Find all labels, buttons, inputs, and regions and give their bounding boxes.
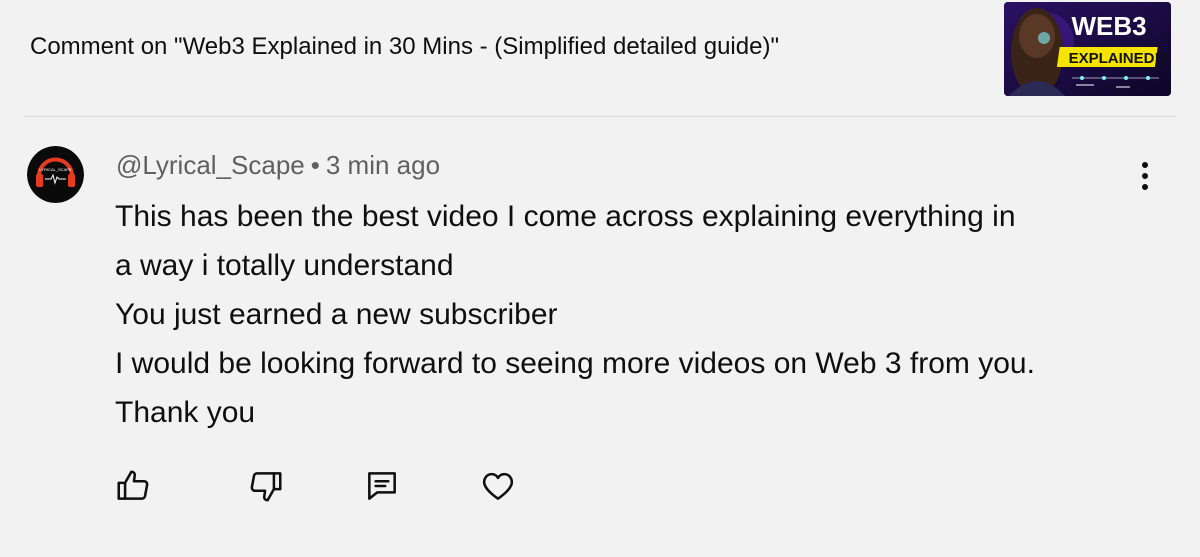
- comment-line: Thank you: [115, 396, 256, 429]
- reply-icon: [368, 472, 396, 500]
- comment-time: 3 min ago: [325, 150, 441, 180]
- avatar-text: LYRICAL_SCAPE: [39, 167, 71, 172]
- video-thumbnail[interactable]: WEB3 EXPLAINED!!!: [1004, 2, 1171, 96]
- more-options-icon[interactable]: [1128, 156, 1162, 196]
- comment-text: This has been the best video I come acro…: [115, 192, 1155, 437]
- comment-meta: @Lyrical_Scape • 3 min ago: [116, 150, 440, 181]
- heart-button[interactable]: [478, 466, 518, 506]
- like-button[interactable]: [113, 466, 153, 506]
- comment-line: This has been the best video I come acro…: [115, 200, 1016, 233]
- meta-separator: •: [310, 150, 320, 180]
- avatar-image: LYRICAL_SCAPE: [27, 146, 84, 203]
- thumbnail-line1: WEB3: [1071, 11, 1146, 41]
- reply-button[interactable]: [362, 466, 402, 506]
- thumbs-down-icon: [250, 472, 282, 502]
- comment-author[interactable]: @Lyrical_Scape: [116, 150, 305, 180]
- avatar[interactable]: LYRICAL_SCAPE: [27, 146, 84, 203]
- heart-icon: [482, 472, 514, 500]
- page-title: Comment on "Web3 Explained in 30 Mins - …: [30, 33, 779, 60]
- comment-header: Comment on "Web3 Explained in 30 Mins - …: [0, 0, 1200, 114]
- dislike-button[interactable]: [246, 466, 286, 506]
- comment-line: I would be looking forward to seeing mor…: [115, 347, 1035, 380]
- comment-line: a way i totally understand: [115, 249, 454, 282]
- header-divider: [24, 116, 1176, 117]
- comment-line: You just earned a new subscriber: [115, 298, 558, 331]
- thumbs-up-icon: [117, 470, 149, 500]
- thumbnail-image: WEB3 EXPLAINED!!!: [1004, 2, 1171, 96]
- thumbnail-line2: EXPLAINED!!!: [1069, 50, 1170, 67]
